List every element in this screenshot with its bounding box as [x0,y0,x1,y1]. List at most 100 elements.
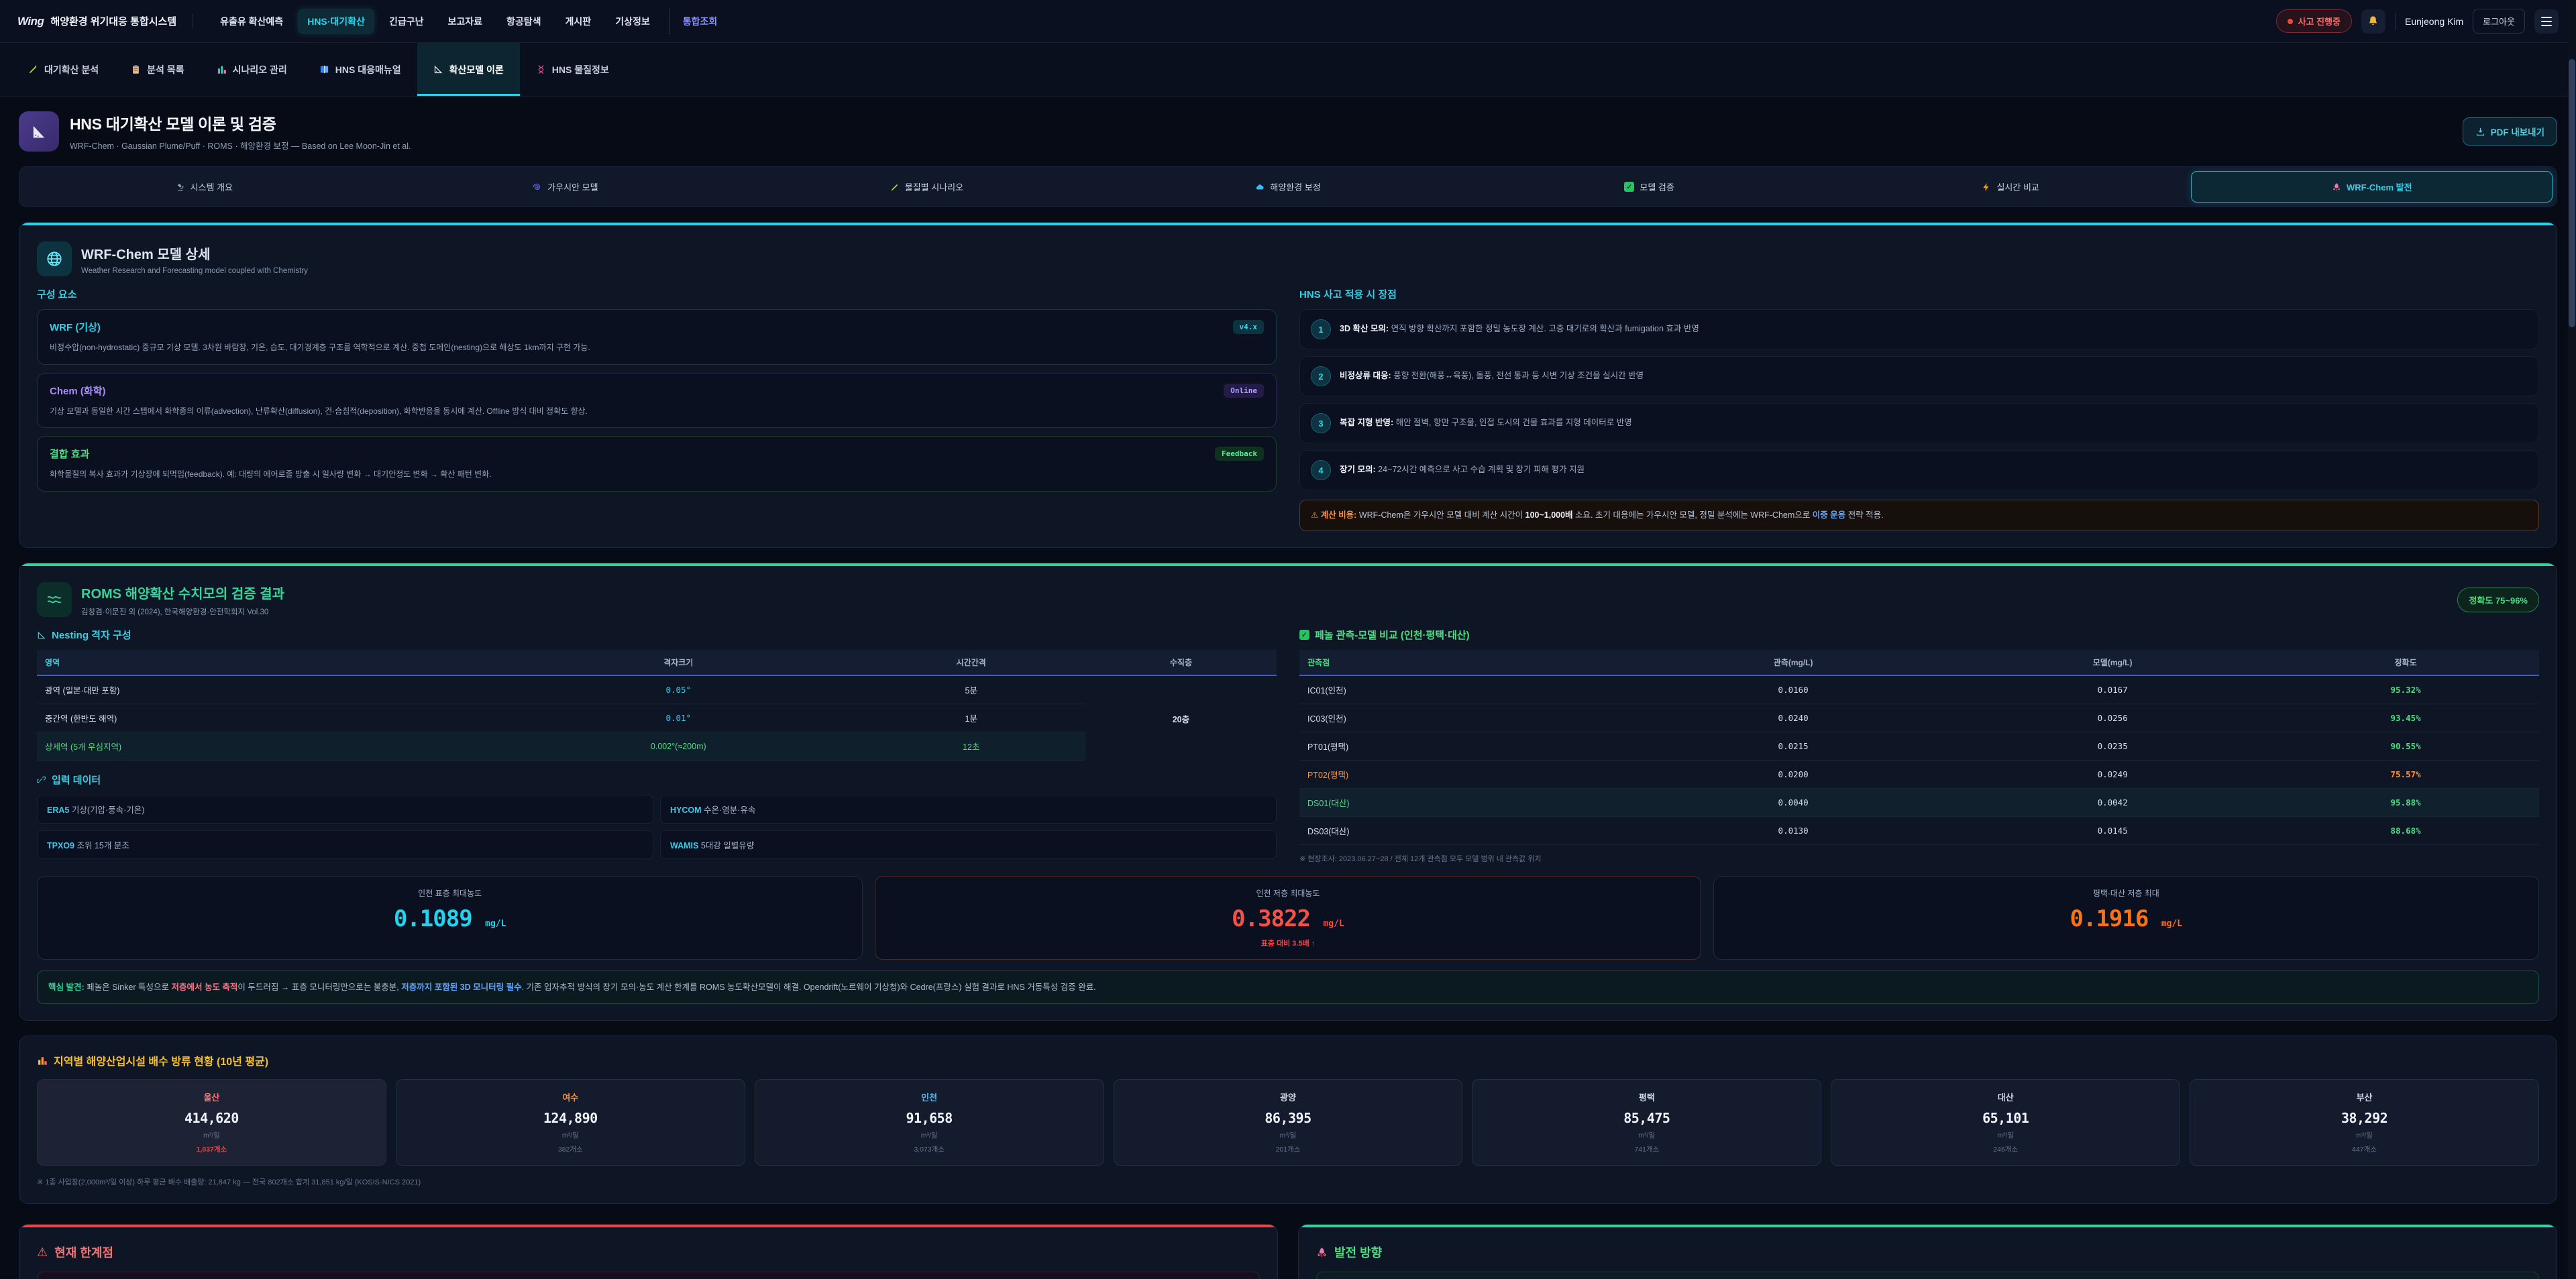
advantage-item: 3 복잡 지형 반영: 해안 절벽, 항만 구조물, 인접 도시의 건물 효과를… [1299,403,2539,443]
phenol-comparison-heading: ✓ 페놀 관측-모델 비교 (인천·평택·대산) [1299,628,2539,642]
discharge-card-busan: 부산 38,292 m³/일 447개소 [2190,1079,2539,1166]
discharge-city-cards: 울산 414,620 m³/일 1,037개소 여수 124,890 m³/일 … [37,1079,2539,1166]
wrfchem-subtitle: Weather Research and Forecasting model c… [81,267,308,275]
future-heading: 발전 방향 [1316,1243,2539,1261]
nav-item-hns-dispersion[interactable]: HNS·대기확산 [298,9,374,34]
subnav-item-analysis-list[interactable]: 분석 목록 [115,43,200,96]
component-name: WRF (기상) [50,320,101,334]
component-name: Chem (화학) [50,384,105,398]
menu-button[interactable] [2534,9,2559,34]
subnav-item-hns-manual[interactable]: HNS 대응매뉴얼 [303,43,417,96]
brand[interactable]: Wing 해양환경 위기대응 통합시스템 [17,14,193,28]
advantage-item: 1 3D 확산 모의: 연직 방향 확산까지 포함한 정밀 농도장 계산. 고층… [1299,309,2539,349]
lightning-icon [1982,182,1991,192]
component-chem: Chem (화학) Online 기상 모델과 동일한 시간 스텝에서 화학종의… [37,373,1277,429]
limitation-item: 입자 추적 방식의 한계 기존 라그랑지안 입자 추적 방식은 장기간 모의가 … [37,1272,1260,1279]
tab-marine-correction[interactable]: 해양환경 보정 [1108,171,1469,203]
vertical-layers-cell: 20층 [1085,675,1277,761]
brand-name: 해양환경 위기대응 통합시스템 [50,14,176,28]
check-icon: ✓ [1624,182,1634,192]
subnav-item-atmos-analysis[interactable]: 대기확산 분석 [12,43,115,96]
wrfchem-header: WRF-Chem 모델 상세 Weather Research and Fore… [37,241,2539,276]
ruler-icon [433,64,443,74]
microscope-icon [176,182,185,192]
discharge-card-daesan: 대산 65,101 m³/일 246개소 [1831,1079,2180,1166]
discharge-footnote: ※ 1종 사업장(2,000m³/일 이상) 하루 평균 배수 배출량: 21,… [37,1176,2539,1187]
stat-surface-max: 인천 표층 최대농도 0.1089 mg/L [37,876,863,960]
link-icon [37,775,46,785]
nav-item-reports[interactable]: 보고자료 [438,9,492,34]
concentration-stats: 인천 표층 최대농도 0.1089 mg/L 인천 저층 최대농도 0.3822… [37,876,2539,960]
discharge-card-incheon: 인천 91,658 m³/일 3,073개소 [755,1079,1104,1166]
survey-note: ※ 현장조사: 2023.06.27~28 / 전체 12개 관측점 모두 모델… [1299,853,2539,864]
tab-model-validation[interactable]: ✓ 모델 검증 [1468,171,1830,203]
table-row: IC01(인천)0.01600.016795.32% [1299,675,2539,704]
subnav-item-hns-substance-info[interactable]: HNS 물질정보 [520,43,625,96]
table-row: DS03(대산)0.01300.014588.68% [1299,817,2539,845]
nav-item-board[interactable]: 게시판 [556,9,601,34]
bell-icon [2367,15,2379,27]
phenol-comparison-table: 관측점 관측(mg/L) 모델(mg/L) 정확도 IC01(인천)0.0160… [1299,650,2539,845]
tab-wrfchem-advanced[interactable]: WRF-Chem 발전 [2191,171,2553,203]
roms-right-column: ✓ 페놀 관측-모델 비교 (인천·평택·대산) 관측점 관측(mg/L) 모델… [1299,628,2539,864]
cloud-icon [1255,182,1265,192]
component-coupling: 결합 효과 Feedback 화학물질의 복사 효과가 기상장에 되먹임(fee… [37,436,1277,492]
pencil-icon [28,64,38,74]
subnav-item-dispersion-model-theory[interactable]: 확산모델 이론 [417,43,520,96]
component-feedback-badge: Feedback [1215,447,1264,461]
tab-system-overview[interactable]: 시스템 개요 [23,171,385,203]
future-item: ROMS 해양 수치모델 도입 ✓ 검증완료 김창겸·이문진 외(2024) 연… [1316,1272,2539,1279]
bar-chart-icon [217,64,227,74]
input-data-grid: ERA5 기상(기압·풍속·기온) HYCOM 수온·염분·유속 TPXO9 조… [37,795,1277,859]
components-heading: 구성 요소 [37,287,1277,301]
subnav-item-scenario-management[interactable]: 시나리오 관리 [201,43,303,96]
stat-pt-ds-bottom-max: 평택·대산 저층 최대 0.1916 mg/L [1713,876,2539,960]
notification-button[interactable] [2361,9,2385,34]
wrfchem-detail-card: WRF-Chem 모델 상세 Weather Research and Fore… [19,222,2557,548]
clipboard-icon [131,64,141,74]
input-chip-wamis: WAMIS 5대강 일별유량 [660,830,1277,859]
check-icon: ✓ [1299,630,1309,640]
spiral-icon [533,182,542,192]
roms-validation-card: ROMS 해양확산 수치모의 검증 결과 김창겸·이문진 외 (2024), 한… [19,563,2557,1021]
book-icon [319,64,329,74]
tab-realtime-comparison[interactable]: 실시간 비교 [1830,171,2192,203]
table-row-best-accuracy: DS01(대산)0.00400.004295.88% [1299,789,2539,817]
nav-item-aerial-search[interactable]: 항공탐색 [497,9,551,34]
stat-bottom-max: 인천 저층 최대농도 0.3822 mg/L 표층 대비 3.5배 ↑ [875,876,1701,960]
advantage-item: 4 장기 모의: 24~72시간 예측으로 사고 수습 계획 및 장기 피해 평… [1299,450,2539,490]
page-scrollbar[interactable] [2568,0,2576,1279]
page-icon [19,111,59,152]
component-description: 화학물질의 복사 효과가 기상장에 되먹임(feedback). 예: 대량의 … [50,468,1264,481]
nav-item-integrated-search[interactable]: 통합조회 [669,9,727,34]
advantage-number: 1 [1311,319,1331,339]
scrollbar-thumb[interactable] [2569,59,2575,327]
warning-icon: ⚠ [1311,510,1318,520]
pdf-export-button[interactable]: PDF 내보내기 [2463,117,2557,146]
discharge-card-ulsan: 울산 414,620 m³/일 1,037개소 [37,1079,386,1166]
tab-substance-scenarios[interactable]: 물질별 시나리오 [746,171,1108,203]
tab-gaussian-model[interactable]: 가우시안 모델 [385,171,747,203]
discharge-status-card: 지역별 해양산업시설 배수 방류 현황 (10년 평균) 울산 414,620 … [19,1036,2557,1204]
input-chip-era5: ERA5 기상(기압·풍속·기온) [37,795,653,824]
advantage-number: 2 [1311,366,1331,386]
nav-right: 사고 진행중 Eunjeong Kim 로그아웃 [2276,9,2559,34]
hamburger-icon [2541,17,2552,26]
nav-item-rescue[interactable]: 긴급구난 [380,9,433,34]
triangle-ruler-icon [30,122,48,141]
advantage-number: 3 [1311,413,1331,433]
rocket-icon [1316,1247,1328,1258]
bottom-row: ⚠ 현재 한계점 입자 추적 방식의 한계 기존 라그랑지안 입자 추적 방식은… [19,1224,2557,1279]
logo-mark: Wing [17,15,44,28]
table-row: 광역 (일본·대만 포함) 0.05° 5분 20층 [37,675,1277,704]
table-row: PT01(평택)0.02150.023590.55% [1299,732,2539,761]
key-finding-note: 핵심 발견: 페놀은 Sinker 특성으로 저층에서 농도 축적이 두드러짐 … [37,970,2539,1004]
nav-item-oil-spill[interactable]: 유출유 확산예측 [211,9,292,34]
wrfchem-title: WRF-Chem 모델 상세 [81,243,308,263]
incident-label: 사고 진행중 [2298,15,2341,27]
logout-button[interactable]: 로그아웃 [2473,9,2525,34]
incident-dot-icon [2288,19,2293,24]
wave-icon [37,582,72,617]
nav-item-weather[interactable]: 기상정보 [606,9,659,34]
input-chip-tpxo9: TPXO9 조위 15개 분조 [37,830,653,859]
